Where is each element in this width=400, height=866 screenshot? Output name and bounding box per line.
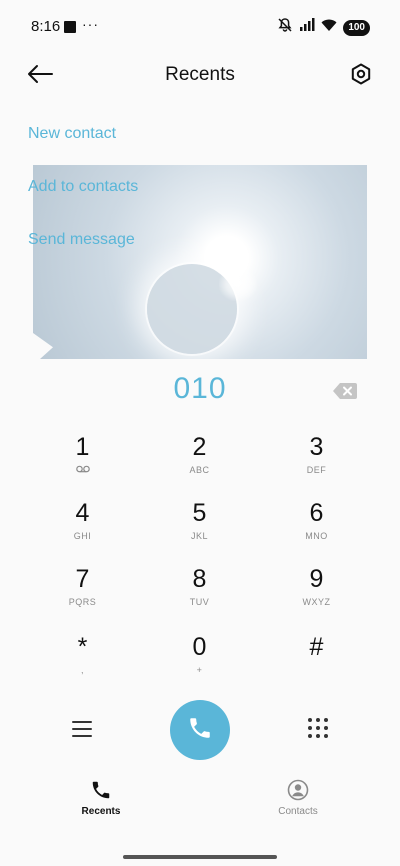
key-digit: 5 <box>192 499 207 527</box>
recents-phone-icon <box>41 778 161 802</box>
key-letters: WXYZ <box>302 597 331 607</box>
key-4[interactable]: 4 GHI <box>24 498 141 562</box>
key-digit: # <box>309 633 324 661</box>
key-0[interactable]: 0 + <box>141 632 258 696</box>
key-digit: 0 <box>192 633 207 661</box>
key-2[interactable]: 2 ABC <box>141 432 258 496</box>
key-letters: DEF <box>306 465 327 475</box>
key-letters: + <box>196 665 203 675</box>
status-more-dots: ··· <box>82 16 99 32</box>
menu-button[interactable] <box>71 718 93 740</box>
key-6[interactable]: 6 MNO <box>258 498 375 562</box>
key-8[interactable]: 8 TUV <box>141 564 258 628</box>
notification-square-icon <box>64 21 76 33</box>
key-digit: 3 <box>309 433 324 461</box>
tab-recents-label: Recents <box>81 806 121 817</box>
key-letters: JKL <box>190 531 208 541</box>
key-letters <box>258 665 375 675</box>
key-letters: GHI <box>73 531 92 541</box>
backspace-button[interactable] <box>333 383 357 399</box>
dialpad-toggle-button[interactable] <box>307 717 329 739</box>
key-3[interactable]: 3 DEF <box>258 432 375 496</box>
tab-contacts[interactable]: Contacts <box>238 778 358 817</box>
mute-vibrate-icon <box>277 17 293 38</box>
tab-contacts-label: Contacts <box>278 806 318 817</box>
sun-flare <box>219 267 257 301</box>
key-digit: 6 <box>309 499 324 527</box>
status-time: 8:16 <box>31 18 61 35</box>
dialpad-grid-icon <box>307 718 329 743</box>
settings-icon <box>350 63 372 90</box>
key-star[interactable]: * , <box>24 632 141 696</box>
status-icons: 100 <box>277 17 370 38</box>
key-digit: * <box>77 633 88 661</box>
signal-icon <box>299 18 315 37</box>
key-letters: MNO <box>305 531 328 541</box>
page-title: Recents <box>165 64 235 85</box>
key-digit: 2 <box>192 433 207 461</box>
key-hash[interactable]: # <box>258 632 375 696</box>
menu-icon <box>71 721 93 744</box>
home-indicator[interactable] <box>123 855 277 859</box>
key-letters: , <box>80 665 84 675</box>
wifi-icon <box>321 18 337 37</box>
status-bar: 8:16 ··· 100 <box>0 0 400 52</box>
key-digit: 8 <box>192 565 207 593</box>
tab-recents[interactable]: Recents <box>41 778 161 817</box>
call-button[interactable] <box>170 700 230 760</box>
key-5[interactable]: 5 JKL <box>141 498 258 562</box>
key-digit: 1 <box>75 433 90 461</box>
bottom-nav: Recents Contacts <box>0 778 400 828</box>
key-digit: 7 <box>75 565 90 593</box>
phone-icon <box>187 715 213 746</box>
dialer-controls <box>0 700 400 760</box>
key-9[interactable]: 9 WXYZ <box>258 564 375 628</box>
add-to-contacts-link[interactable]: Add to contacts <box>28 178 138 196</box>
battery-icon: 100 <box>343 19 370 36</box>
new-contact-link[interactable]: New contact <box>28 125 116 143</box>
key-letters: ABC <box>189 465 210 475</box>
key-letters: TUV <box>189 597 210 607</box>
header: Recents <box>0 52 400 100</box>
contacts-person-icon <box>238 778 358 802</box>
voicemail-icon <box>24 465 141 475</box>
settings-button[interactable] <box>349 63 373 90</box>
key-letters: PQRS <box>68 597 97 607</box>
key-digit: 4 <box>75 499 90 527</box>
key-digit: 9 <box>309 565 324 593</box>
key-7[interactable]: 7 PQRS <box>24 564 141 628</box>
key-1[interactable]: 1 <box>24 432 141 496</box>
send-message-link[interactable]: Send message <box>28 231 135 249</box>
